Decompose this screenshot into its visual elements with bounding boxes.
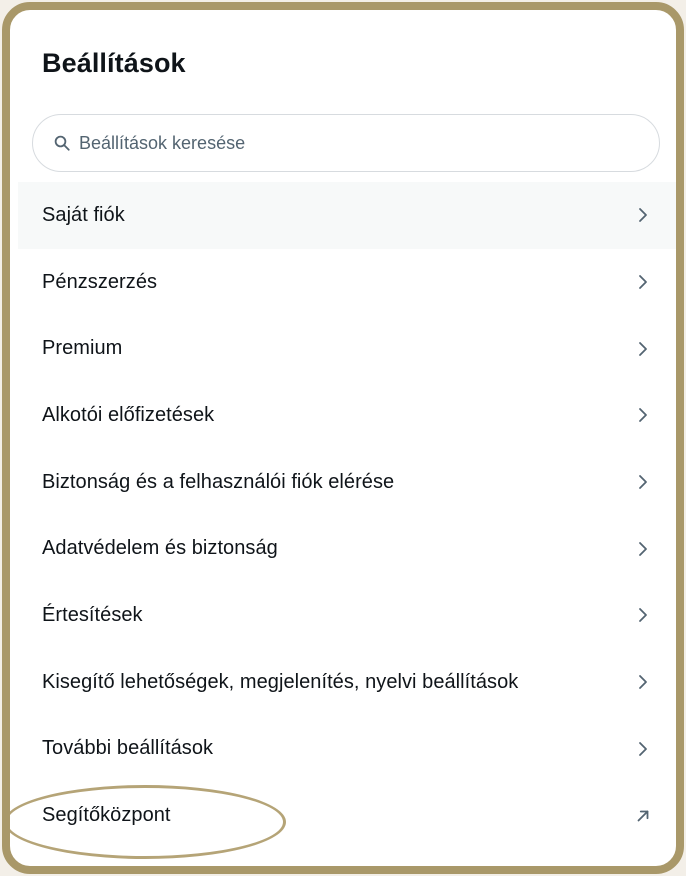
menu-item-monetization[interactable]: Pénzszerzés (18, 249, 676, 316)
chevron-right-icon (639, 741, 647, 756)
menu-item-label: Pénzszerzés (42, 270, 158, 293)
menu-item-privacy-safety[interactable]: Adatvédelem és biztonság (18, 515, 676, 582)
chevron-right-icon (639, 608, 647, 623)
menu-item-label: Saját fiók (42, 203, 125, 226)
menu-item-creator-subscriptions[interactable]: Alkotói előfizetések (18, 382, 676, 449)
chevron-right-icon (639, 675, 647, 690)
menu-item-label: Segítőközpont (42, 804, 171, 827)
settings-panel: Beállítások Saját fiók Pénzszerzés Premi… (10, 10, 676, 866)
external-link-arrow-icon (637, 810, 649, 821)
chevron-right-icon (639, 275, 647, 289)
search-icon (54, 135, 70, 151)
menu-item-label: Premium (42, 337, 123, 360)
menu-item-additional-resources[interactable]: További beállítások (18, 716, 676, 783)
menu-item-label: További beállítások (42, 737, 214, 760)
menu-item-label: Kisegítő lehetőségek, megjelenítés, nyel… (42, 670, 519, 693)
chevron-right-icon (639, 208, 647, 223)
chevron-right-icon (639, 475, 647, 489)
menu-item-help-center[interactable]: Segítőközpont (18, 782, 676, 849)
settings-menu: Saját fiók Pénzszerzés Premium Alkotói e… (18, 182, 676, 849)
menu-item-own-account[interactable]: Saját fiók (18, 182, 676, 249)
menu-item-notifications[interactable]: Értesítések (18, 582, 676, 649)
chevron-right-icon (639, 408, 647, 423)
menu-item-label: Adatvédelem és biztonság (42, 537, 278, 560)
search-box[interactable] (32, 114, 660, 172)
menu-item-accessibility-display-languages[interactable]: Kisegítő lehetőségek, megjelenítés, nyel… (18, 649, 676, 716)
menu-item-label: Biztonság és a felhasználói fiók elérése (42, 470, 395, 493)
page-title: Beállítások (42, 48, 186, 78)
menu-item-label: Értesítések (42, 603, 143, 626)
settings-panel-frame: Beállítások Saját fiók Pénzszerzés Premi… (2, 2, 684, 874)
chevron-right-icon (639, 541, 647, 556)
menu-item-premium[interactable]: Premium (18, 315, 676, 382)
menu-item-label: Alkotói előfizetések (42, 403, 215, 426)
menu-item-security-account-access[interactable]: Biztonság és a felhasználói fiók elérése (18, 449, 676, 516)
chevron-right-icon (639, 341, 647, 356)
search-input[interactable] (79, 128, 619, 158)
